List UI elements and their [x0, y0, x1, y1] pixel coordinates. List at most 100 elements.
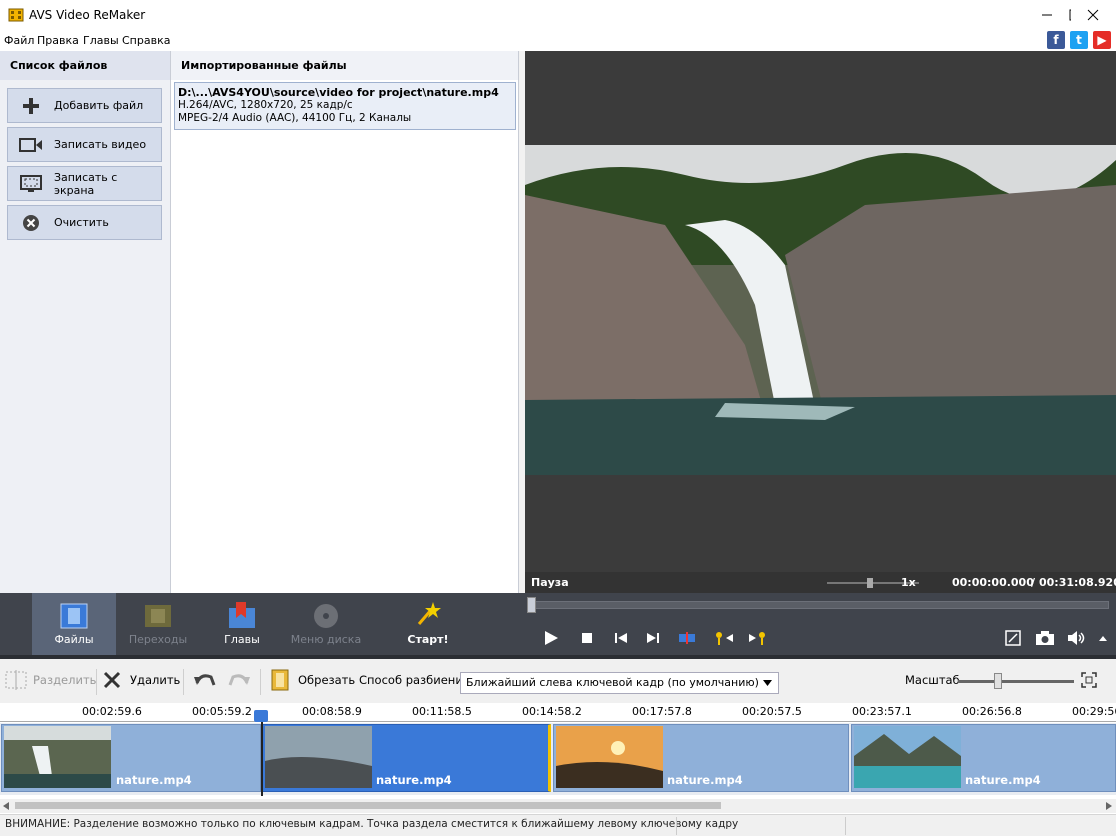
tab-chapters-label: Главы: [224, 633, 260, 646]
tab-files[interactable]: Файлы: [32, 593, 116, 655]
camera-icon: [19, 137, 42, 152]
imported-files-panel: Импортированные файлы D:\...\AVS4YOU\sou…: [171, 51, 519, 593]
tab-files-label: Файлы: [54, 633, 94, 646]
split-method-value: Ближайший слева ключевой кадр (по умолча…: [466, 676, 759, 689]
youtube-icon[interactable]: ▶: [1093, 31, 1111, 49]
app-film-icon: [8, 8, 24, 22]
play-button[interactable]: [541, 630, 561, 646]
record-video-button[interactable]: Записать видео: [7, 127, 162, 162]
ruler-tick: 00:26:56.8: [962, 705, 1022, 718]
playhead-handle[interactable]: [254, 710, 268, 722]
add-file-button[interactable]: Добавить файл: [7, 88, 162, 123]
trim-label: Обрезать: [298, 673, 356, 687]
split-marker-button[interactable]: [677, 630, 697, 646]
twitter-icon[interactable]: t: [1070, 31, 1088, 49]
timeline-clip[interactable]: nature.mp4: [1, 724, 261, 792]
horizontal-scrollbar[interactable]: [0, 799, 1116, 813]
clear-button[interactable]: Очистить: [7, 205, 162, 240]
sunset-thumbnail: [556, 726, 663, 788]
chevron-up-icon: [1099, 636, 1107, 641]
toolbar-separator: [183, 669, 184, 695]
zoom-slider-knob[interactable]: [994, 673, 1002, 689]
delete-button[interactable]: Удалить: [103, 669, 180, 691]
split-button[interactable]: Разделить: [5, 669, 96, 691]
file-entry[interactable]: D:\...\AVS4YOU\source\video for project\…: [174, 82, 516, 130]
chevron-down-icon: [763, 680, 772, 686]
fit-to-window-icon: [1081, 672, 1097, 688]
record-video-label: Записать видео: [54, 138, 147, 151]
file-list-panel: Список файлов Добавить файл Записать вид…: [0, 51, 171, 593]
mark-out-button[interactable]: [747, 630, 767, 646]
seek-knob[interactable]: [527, 597, 536, 613]
split-icon: [5, 670, 27, 690]
tab-chapters[interactable]: Главы: [200, 593, 284, 655]
menu-file[interactable]: Файл: [4, 34, 34, 47]
redo-icon: [228, 674, 250, 686]
clip-thumbnail: [854, 726, 961, 788]
clip-name: nature.mp4: [116, 773, 192, 787]
video-track: nature.mp4 nature.mp4 nature.mp4 nature.…: [0, 723, 1116, 795]
current-time: 00:00:00.000: [952, 576, 1034, 589]
snapshot-button[interactable]: [1035, 630, 1055, 646]
ruler-tick: 00:08:58.9: [302, 705, 362, 718]
facebook-icon[interactable]: f: [1047, 31, 1065, 49]
disc-icon: [314, 604, 338, 628]
timeline-clip-selected[interactable]: nature.mp4: [261, 724, 551, 792]
tab-start[interactable]: Старт!: [386, 593, 470, 655]
status-divider: [676, 817, 677, 835]
menu-chapters[interactable]: Главы: [83, 34, 119, 47]
clip-name: nature.mp4: [965, 773, 1041, 787]
next-frame-button[interactable]: [643, 630, 663, 646]
app-window: AVS Video ReMaker Файл Правка Главы Спра…: [0, 0, 1116, 836]
record-screen-button[interactable]: Записать с экрана: [7, 166, 162, 201]
timeline: 00:02:59.6 00:05:59.2 00:08:58.9 00:11:5…: [0, 703, 1116, 836]
split-method-select[interactable]: Ближайший слева ключевой кадр (по умолча…: [460, 672, 779, 694]
time-separator: /: [1031, 576, 1036, 589]
redo-button[interactable]: [227, 669, 251, 691]
tab-disc-menu-label: Меню диска: [290, 633, 362, 646]
toolbar-separator: [260, 669, 261, 695]
menu-bar: Файл Правка Главы Справка: [0, 30, 1116, 51]
waterfall-image: [525, 145, 1116, 475]
maximize-button[interactable]: [1025, 0, 1071, 30]
expand-volume-button[interactable]: [1093, 630, 1113, 646]
seek-bar[interactable]: [531, 601, 1109, 609]
scroll-right-arrow-icon[interactable]: [1106, 802, 1112, 810]
menu-edit[interactable]: Правка: [37, 34, 79, 47]
menu-help[interactable]: Справка: [122, 34, 170, 47]
imported-files-header: Импортированные файлы: [171, 51, 518, 80]
zoom-slider[interactable]: [958, 673, 1074, 689]
previous-frame-button[interactable]: [611, 630, 631, 646]
close-button[interactable]: [1070, 0, 1116, 30]
stop-button[interactable]: [577, 630, 597, 646]
playback-speed: 1x: [901, 576, 916, 589]
timeline-ruler[interactable]: 00:02:59.6 00:05:59.2 00:08:58.9 00:11:5…: [0, 703, 1116, 722]
fullscreen-icon: [1005, 630, 1021, 646]
fit-timeline-button[interactable]: [1081, 669, 1097, 691]
volume-button[interactable]: [1067, 630, 1087, 646]
monitor-icon: [19, 174, 42, 192]
mark-in-button[interactable]: [715, 630, 735, 646]
skip-back-icon: [615, 633, 627, 643]
timeline-clip[interactable]: nature.mp4: [553, 724, 849, 792]
ruler-tick: 00:23:57.1: [852, 705, 912, 718]
tab-transitions-label: Переходы: [128, 633, 188, 646]
fullscreen-button[interactable]: [1003, 630, 1023, 646]
tab-transitions[interactable]: Переходы: [116, 593, 200, 655]
timeline-clip[interactable]: nature.mp4: [851, 724, 1116, 792]
ruler-tick: 00:29:56: [1072, 705, 1116, 718]
scroll-left-arrow-icon[interactable]: [3, 802, 9, 810]
camera-snapshot-icon: [1036, 631, 1054, 645]
scrollbar-thumb[interactable]: [15, 802, 721, 809]
add-file-label: Добавить файл: [54, 99, 144, 112]
ruler-tick: 00:02:59.6: [82, 705, 142, 718]
status-message: ВНИМАНИЕ: Разделение возможно только по …: [5, 818, 739, 830]
ruler-tick: 00:20:57.5: [742, 705, 802, 718]
file-audio-info: MPEG-2/4 Audio (AAC), 44100 Гц, 2 Каналы: [178, 112, 412, 124]
toolbar-separator: [96, 669, 97, 695]
trim-button[interactable]: Обрезать: [269, 669, 355, 691]
undo-button[interactable]: [193, 669, 217, 691]
clip-thumbnail: [556, 726, 663, 788]
tab-disc-menu[interactable]: Меню диска: [284, 593, 368, 655]
speed-slider-knob[interactable]: [867, 578, 873, 588]
